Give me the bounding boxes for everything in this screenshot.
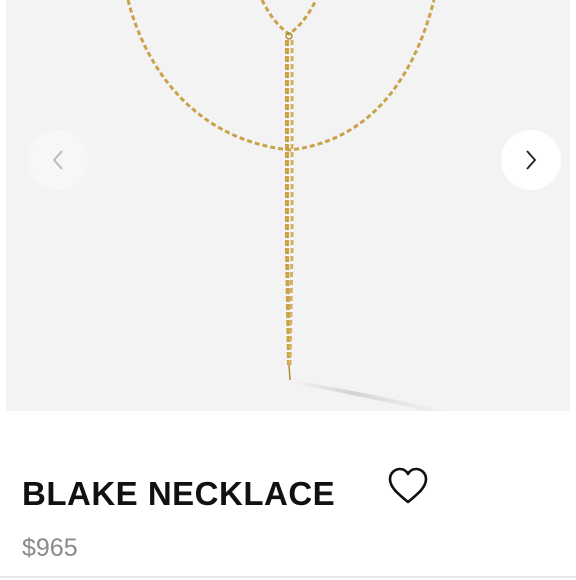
gallery-prev-button[interactable]	[28, 130, 88, 190]
heart-outline-icon	[388, 467, 428, 504]
chevron-left-icon	[52, 150, 63, 170]
product-price: $965	[22, 534, 78, 562]
product-title: BLAKE NECKLACE	[22, 475, 336, 512]
chevron-right-icon	[526, 150, 537, 170]
gallery-next-button[interactable]	[501, 130, 561, 190]
wishlist-button[interactable]	[387, 466, 429, 506]
divider	[0, 576, 576, 578]
necklace-image	[126, 0, 446, 411]
product-image-gallery[interactable]	[6, 0, 570, 411]
